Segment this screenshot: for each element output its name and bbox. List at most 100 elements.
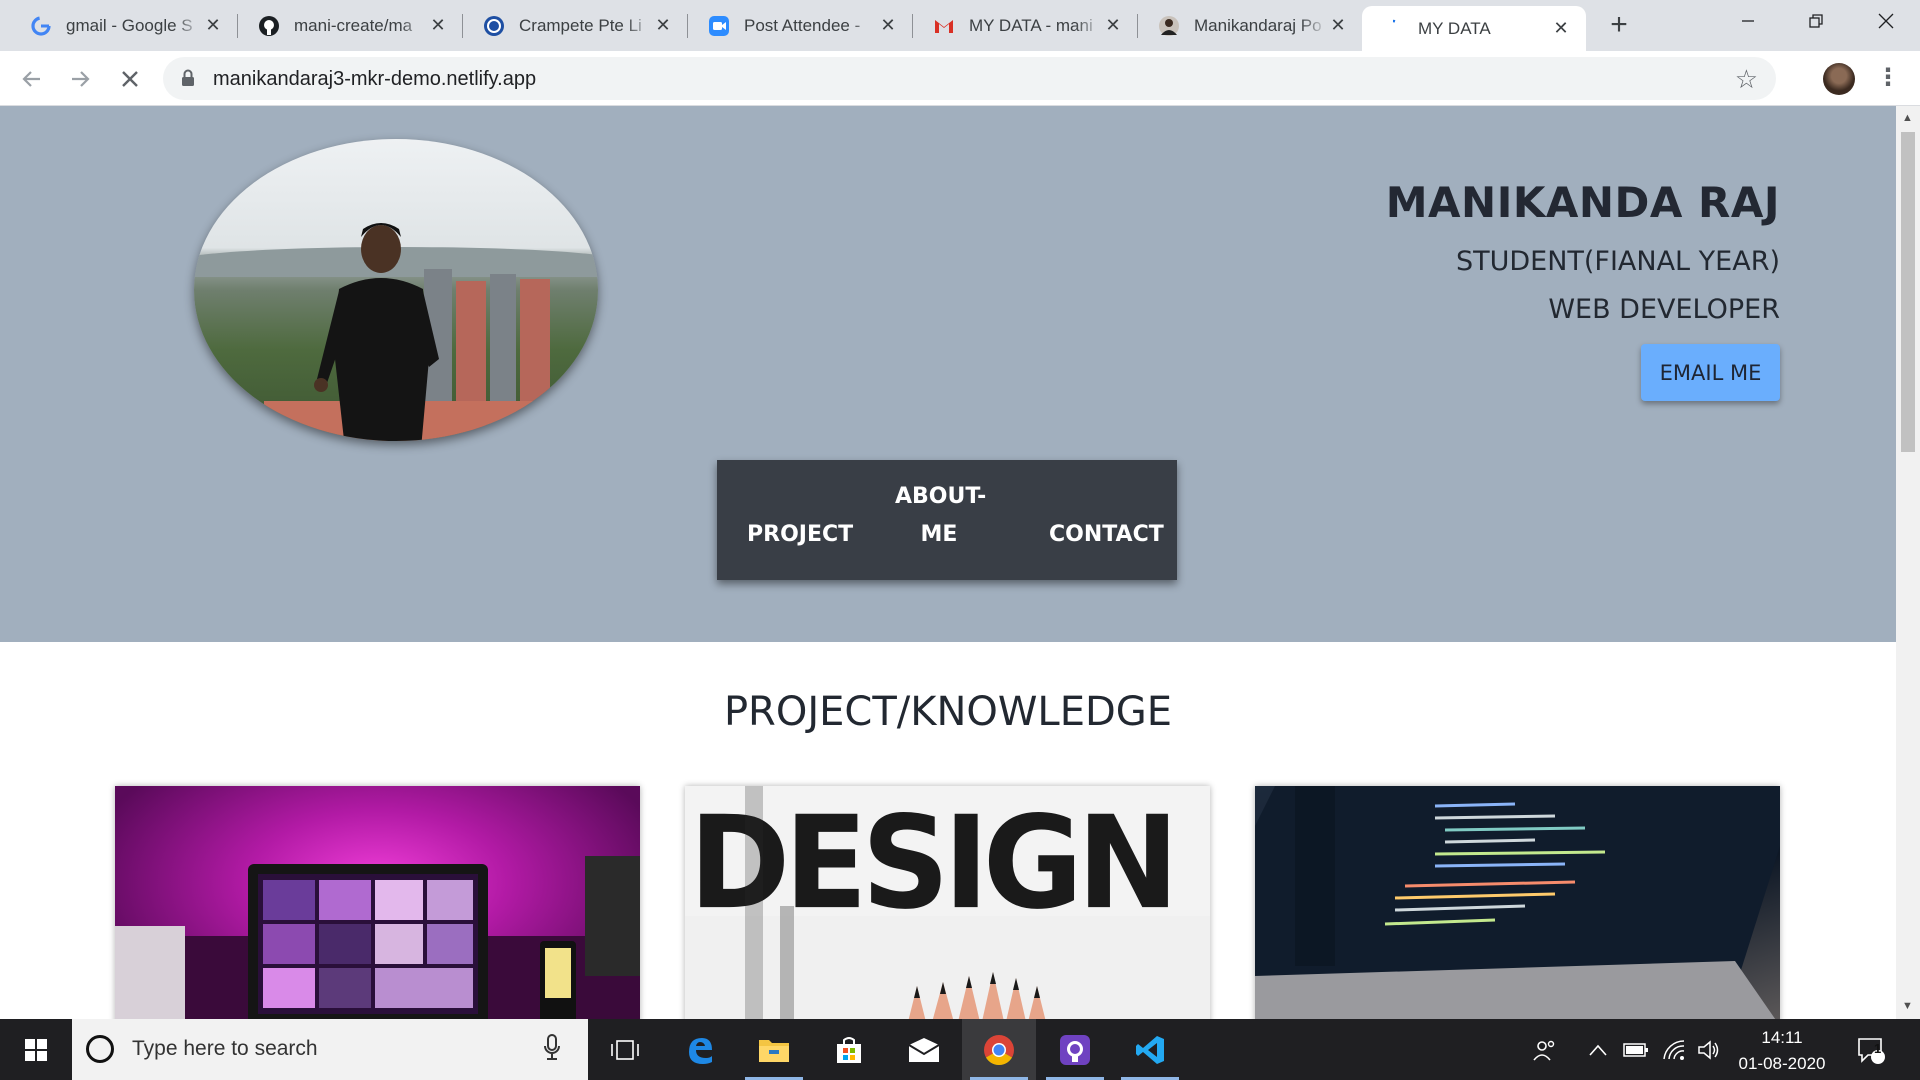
tab-github[interactable]: mani-create/ma ✕ (238, 0, 463, 51)
tab-gmail-my-data[interactable]: MY DATA - mani ✕ (913, 0, 1138, 51)
clock-time: 14:11 (1761, 1028, 1803, 1047)
action-center-button[interactable]: 1 (1856, 1019, 1886, 1080)
taskbar-file-explorer[interactable] (737, 1019, 811, 1080)
vscode-icon (1136, 1035, 1164, 1064)
close-window-button[interactable] (1856, 0, 1916, 42)
scroll-down-icon[interactable]: ▼ (1902, 1000, 1913, 1012)
lock-icon (181, 69, 195, 92)
show-hidden-icons-chevron-up-icon[interactable] (1588, 1019, 1608, 1080)
tab-title: Manikandaraj Po (1194, 15, 1322, 35)
arrow-right-icon (72, 71, 90, 87)
battery-icon[interactable] (1623, 1019, 1649, 1080)
project-card-laptop-code[interactable] (1255, 786, 1780, 1019)
project-card-laptop-pink[interactable] (115, 786, 640, 1019)
close-icon[interactable]: ✕ (202, 15, 224, 37)
tab-gmail-google[interactable]: gmail - Google S ✕ (10, 0, 238, 51)
tab-title: Post Attendee - (744, 15, 861, 35)
nav-about-line1: ABOUT- (895, 484, 987, 509)
laptop-pink-photo (115, 856, 640, 1019)
arrow-left-icon (22, 71, 40, 87)
start-button[interactable] (0, 1019, 72, 1080)
minimize-icon (1742, 20, 1754, 22)
tab-title: MY DATA (1418, 18, 1491, 38)
design-pencils-photo (685, 786, 1210, 1019)
taskbar-mail[interactable] (887, 1019, 961, 1080)
chrome-icon (984, 1034, 1014, 1065)
nav-link-contact[interactable]: CONTACT (1049, 516, 1164, 554)
profile-photo (194, 139, 598, 441)
close-icon[interactable]: ✕ (1327, 15, 1349, 37)
taskbar-edge[interactable] (663, 1019, 737, 1080)
new-tab-button[interactable]: + (1602, 8, 1636, 42)
browser-toolbar: manikandaraj3-mkr-demo.netlify.app ☆ ⋮ (0, 51, 1920, 106)
zoom-icon (708, 15, 730, 37)
search-placeholder: Type here to search (132, 1037, 318, 1060)
main-nav: PROJECT ABOUT- ME CONTACT (717, 460, 1177, 580)
section-title: PROJECT/KNOWLEDGE (723, 689, 1173, 735)
restore-button[interactable] (1786, 0, 1846, 42)
gmail-icon (933, 15, 955, 37)
mail-icon (908, 1037, 940, 1062)
minimize-button[interactable] (1718, 0, 1778, 42)
hero-section: MANIKANDA RAJ STUDENT(FIANAL YEAR) WEB D… (0, 106, 1896, 642)
nav-link-project[interactable]: PROJECT (747, 516, 853, 554)
profile-role-student: STUDENT(FIANAL YEAR) (1455, 246, 1780, 277)
tab-title: gmail - Google S (66, 15, 193, 35)
windows-logo-icon (25, 1038, 47, 1061)
scroll-up-icon[interactable]: ▲ (1902, 112, 1913, 124)
loading-icon (1382, 18, 1404, 40)
profile-avatar[interactable] (1823, 63, 1855, 95)
tab-my-data-active[interactable]: MY DATA ✕ (1362, 6, 1586, 51)
microphone-icon[interactable] (544, 1034, 560, 1066)
volume-icon[interactable] (1697, 1019, 1721, 1080)
taskbar-search-box[interactable]: Type here to search (72, 1019, 588, 1080)
url-text: manikandaraj3-mkr-demo.netlify.app (213, 68, 537, 90)
photo-person (314, 223, 439, 441)
profile-icon (1158, 15, 1180, 37)
nav-about-line2: ME (920, 522, 958, 547)
store-icon (837, 1036, 861, 1063)
web-page: MANIKANDA RAJ STUDENT(FIANAL YEAR) WEB D… (0, 106, 1896, 1019)
people-icon[interactable] (1532, 1019, 1556, 1080)
tab-manikandaraj-profile[interactable]: Manikandaraj Po ✕ (1138, 0, 1363, 51)
scrollbar-thumb[interactable] (1901, 132, 1915, 452)
stop-icon (122, 71, 138, 87)
back-button[interactable] (14, 61, 50, 97)
github-icon (258, 15, 280, 37)
folder-icon (759, 1039, 789, 1062)
notification-icon (1858, 1037, 1885, 1064)
taskbar-github-desktop[interactable] (1038, 1019, 1112, 1080)
menu-kebab-icon[interactable]: ⋮ (1876, 63, 1900, 92)
cortana-icon (86, 1035, 114, 1063)
crampete-icon (483, 15, 505, 37)
close-icon[interactable]: ✕ (1550, 18, 1572, 40)
edge-icon (689, 1037, 712, 1064)
address-bar[interactable]: manikandaraj3-mkr-demo.netlify.app ☆ (163, 57, 1776, 100)
close-icon[interactable]: ✕ (427, 15, 449, 37)
wifi-icon[interactable] (1662, 1019, 1686, 1080)
tab-crampete[interactable]: Crampete Pte Li ✕ (463, 0, 688, 51)
vertical-scrollbar[interactable]: ▲ ▼ (1896, 106, 1920, 1019)
task-view-button[interactable] (588, 1019, 662, 1080)
close-icon[interactable]: ✕ (877, 15, 899, 37)
taskbar-clock[interactable]: 14:11 01-08-2020 (1734, 1025, 1830, 1077)
close-icon[interactable]: ✕ (652, 15, 674, 37)
close-icon[interactable]: ✕ (1102, 15, 1124, 37)
stop-loading-button[interactable] (112, 61, 148, 97)
tab-title: Crampete Pte Li (519, 15, 642, 35)
github-desktop-icon (1060, 1034, 1090, 1065)
restore-icon (1809, 14, 1823, 28)
clock-date: 01-08-2020 (1738, 1054, 1826, 1073)
nav-link-about-me[interactable]: ABOUT- ME (895, 478, 987, 554)
bookmark-star-icon[interactable]: ☆ (1735, 64, 1758, 95)
taskbar-store[interactable] (812, 1019, 886, 1080)
tab-zoom[interactable]: Post Attendee - ✕ (688, 0, 913, 51)
windows-taskbar: Type here to search 14:11 01-08-2020 1 (0, 1019, 1920, 1080)
forward-button[interactable] (62, 61, 98, 97)
task-view-icon (611, 1039, 639, 1060)
project-card-design[interactable]: DESIGN (685, 786, 1210, 1019)
taskbar-vscode[interactable] (1113, 1019, 1187, 1080)
browser-tab-strip: gmail - Google S ✕ mani-create/ma ✕ Cram… (0, 0, 1920, 51)
taskbar-chrome[interactable] (962, 1019, 1036, 1080)
email-me-button[interactable]: EMAIL ME (1641, 344, 1780, 401)
